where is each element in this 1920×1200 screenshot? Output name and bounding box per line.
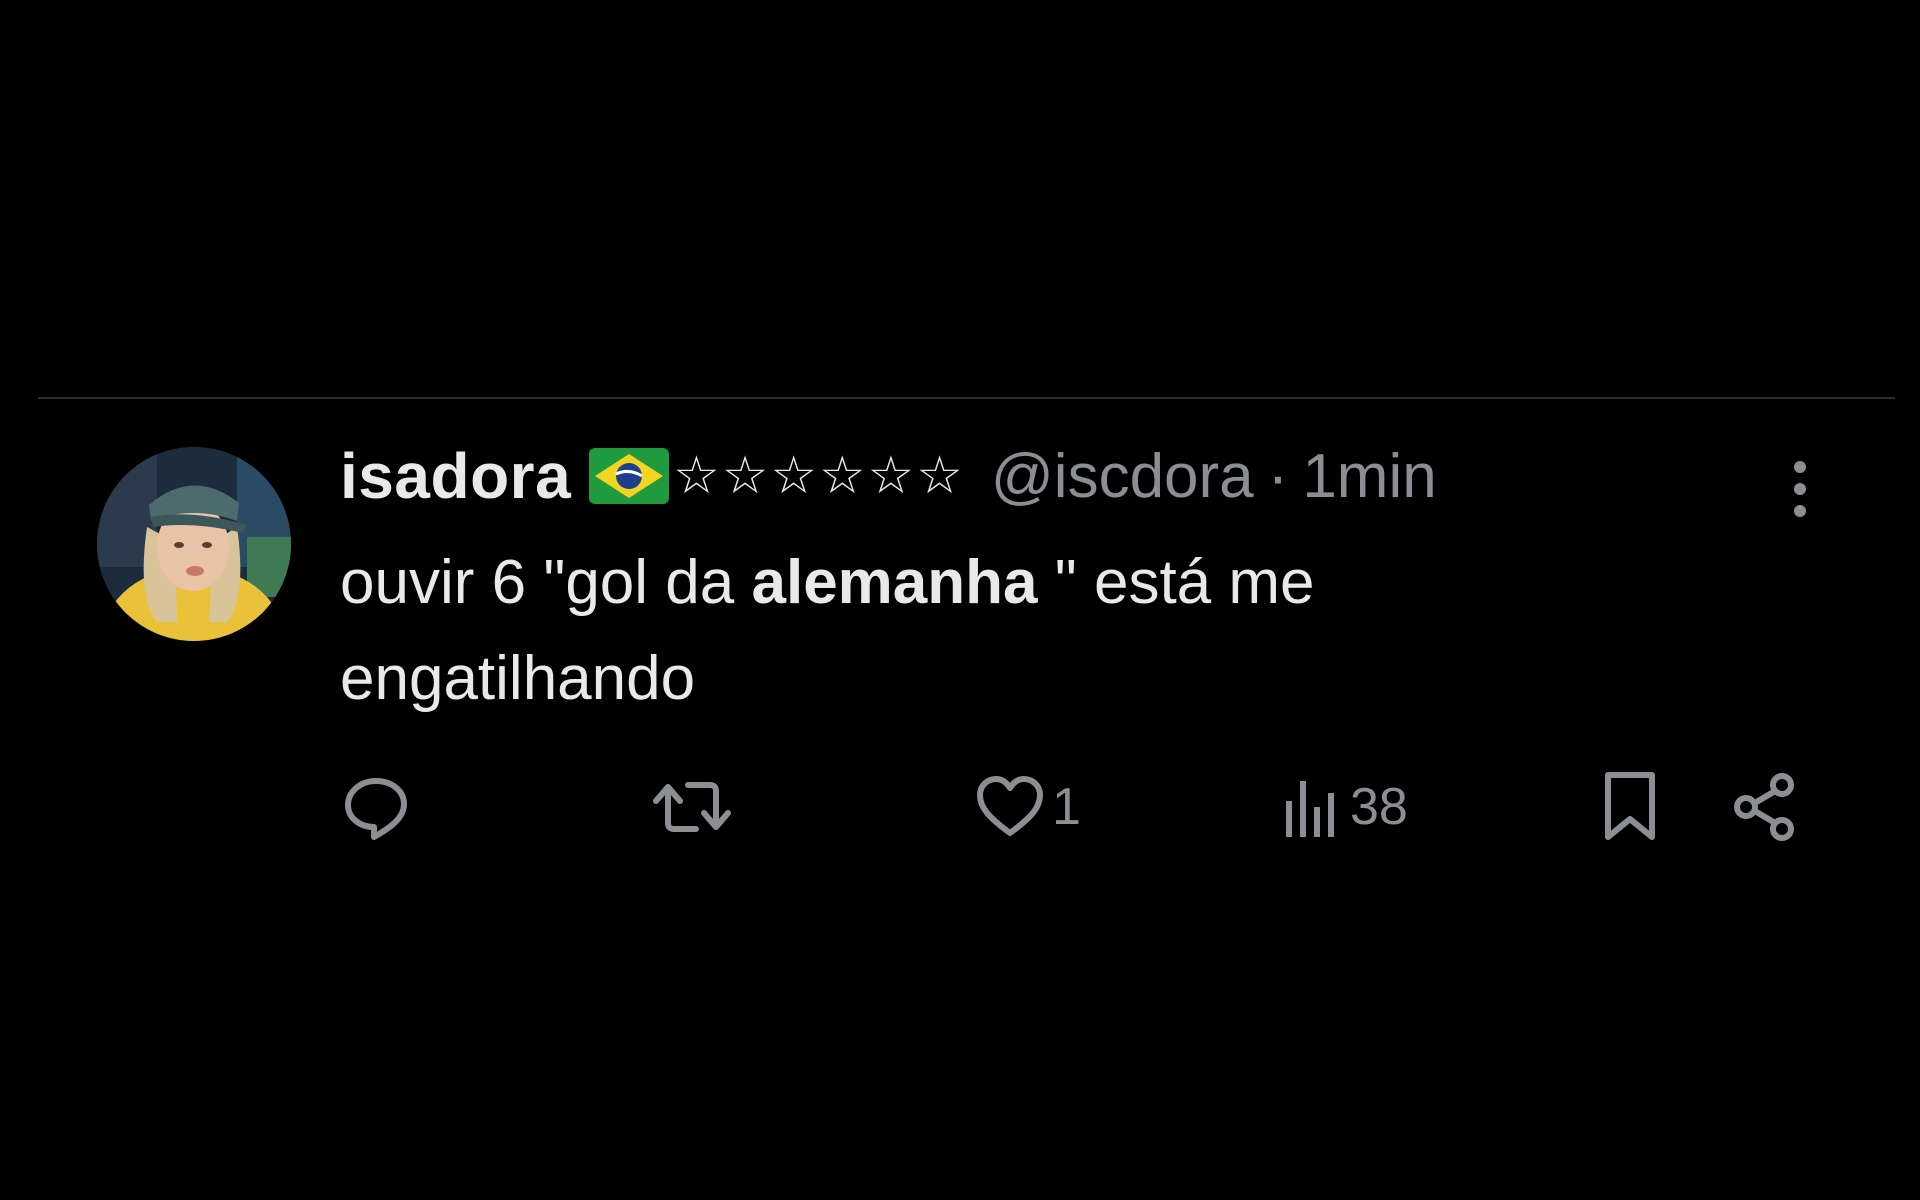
bookmark-icon (1605, 772, 1655, 840)
heart-icon (977, 776, 1043, 836)
views-button[interactable]: 38 (1282, 767, 1408, 847)
bar-chart-icon (1286, 781, 1334, 837)
avatar-image (97, 447, 291, 641)
brazil-flag-icon (589, 448, 670, 504)
reply-icon (345, 778, 407, 840)
reply-button[interactable] (340, 767, 412, 847)
display-name[interactable]: isadora (340, 439, 571, 513)
share-button[interactable] (1732, 767, 1798, 847)
tweet-text-start: ouvir 6 "gol da (340, 548, 752, 617)
separator-dot: · (1267, 441, 1289, 511)
like-button[interactable]: 1 (974, 767, 1081, 847)
timestamp[interactable]: 1min (1302, 441, 1436, 512)
avatar[interactable] (97, 447, 291, 641)
view-count: 38 (1350, 778, 1408, 836)
share-icon (1734, 773, 1794, 841)
tweet-text-bold: alemanha (751, 548, 1038, 617)
name-stars: ☆☆☆☆☆☆ (673, 446, 965, 506)
tweet[interactable]: isadora ☆☆☆☆☆☆ @iscdora · 1min ouvir 6 "… (0, 399, 1920, 919)
like-count: 1 (1052, 778, 1081, 836)
tweet-actions: 1 38 (0, 767, 1920, 847)
retweet-button[interactable] (652, 767, 732, 847)
retweet-icon (653, 782, 731, 832)
user-handle[interactable]: @iscdora (991, 441, 1254, 512)
tweet-text: ouvir 6 "gol da alemanha " está me engat… (340, 535, 1540, 727)
tweet-header: isadora ☆☆☆☆☆☆ @iscdora · 1min (340, 439, 1437, 513)
bookmark-button[interactable] (1602, 767, 1658, 847)
more-options-icon[interactable] (1778, 457, 1822, 521)
